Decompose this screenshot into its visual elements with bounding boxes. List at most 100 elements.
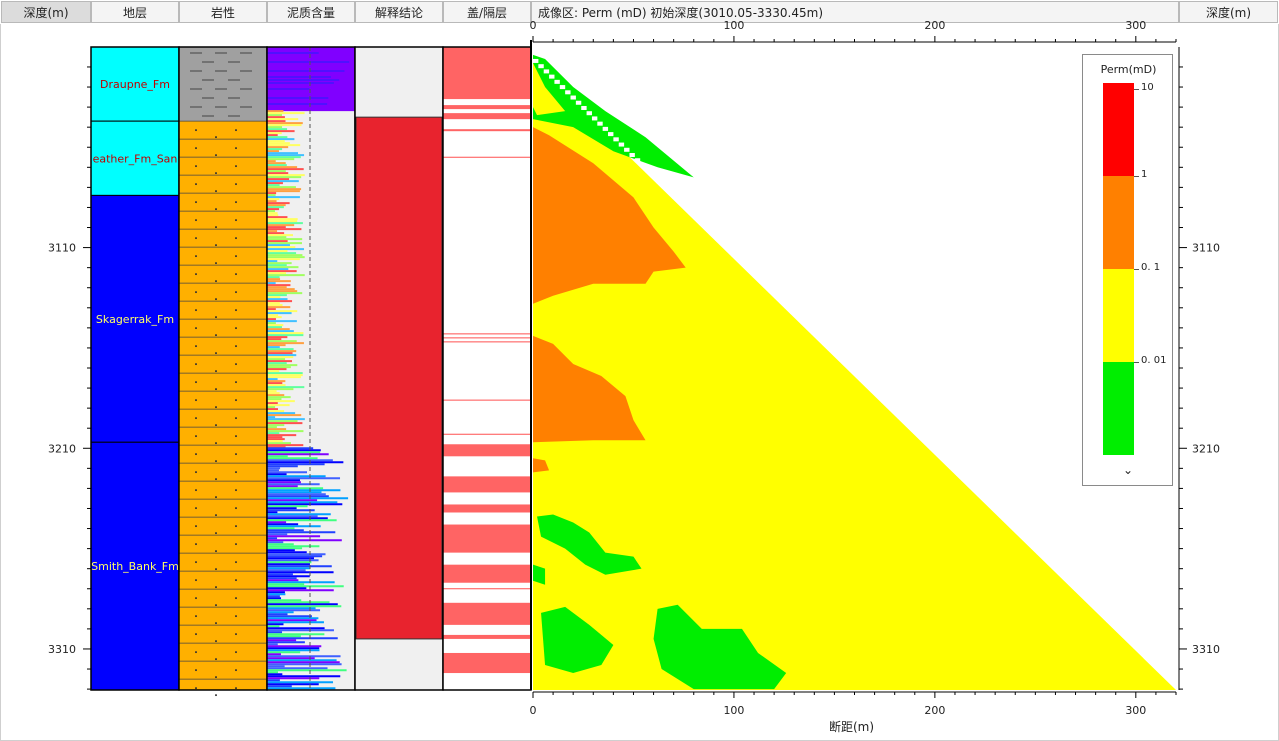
diagonal-edge (1009, 524, 1016, 529)
sand-dot (195, 669, 197, 672)
sand-dot (195, 651, 197, 654)
diagonal-edge (993, 508, 1000, 513)
diagonal-edge (1138, 649, 1144, 654)
seal-zone (443, 444, 531, 457)
diagonal-edge (1127, 638, 1134, 643)
sand-dot (215, 478, 217, 481)
diagonal-edge (720, 241, 726, 246)
sand-dot (195, 633, 197, 636)
diagonal-edge (956, 471, 962, 476)
diagonal-edge (1004, 518, 1010, 523)
seal-zone (443, 634, 531, 639)
diagonal-edge (902, 419, 909, 424)
sand-dot (195, 687, 197, 690)
sand-dot (235, 363, 237, 366)
seal-zone (443, 476, 531, 493)
diagonal-edge (886, 403, 893, 408)
sand-dot (195, 327, 197, 330)
diagonal-edge (784, 304, 791, 309)
sand-dot (215, 154, 217, 157)
sand-dot (235, 615, 237, 618)
sand-dot (235, 687, 237, 690)
sand-dot (195, 399, 197, 402)
depth-track-right: 3110 3210 3310 (1178, 47, 1220, 690)
sand-dot (215, 676, 217, 679)
formation-track: Draupne_Fm eather_Fm_San Skagerrak_Fm Smith… (90, 46, 180, 691)
sand-dot (235, 345, 237, 348)
sand-dot (215, 280, 217, 283)
diagonal-edge (736, 257, 743, 262)
diagonal-edge (1063, 576, 1069, 581)
sand-dot (235, 417, 237, 420)
sand-dot (235, 309, 237, 312)
sand-dot (215, 622, 217, 625)
sand-dot (195, 597, 197, 600)
diagonal-edge (1036, 550, 1043, 555)
diagonal-edge (1095, 607, 1102, 612)
sand-dot (215, 262, 217, 265)
sand-dot (235, 435, 237, 438)
diagonal-edge (779, 299, 785, 304)
perm-legend[interactable]: Perm(mD) 10 1 0. 1 0. 01 ⌄ (1082, 54, 1173, 486)
sand-dot (215, 334, 217, 337)
diagonal-edge (1015, 529, 1021, 534)
diagonal-edge (586, 111, 592, 116)
diagonal-edge (554, 79, 560, 84)
depth-label: 3310 (1192, 643, 1220, 656)
seal-zone (443, 564, 531, 583)
diagonal-edge (613, 137, 619, 142)
x-axis-top: 0 100 200 300 (530, 19, 1177, 43)
chevron-down-icon[interactable]: ⌄ (1121, 463, 1135, 477)
sand-dot (195, 417, 197, 420)
sand-dot (235, 147, 237, 150)
shale-purple-block (267, 47, 355, 112)
diagonal-edge (800, 320, 807, 325)
sand-dot (215, 568, 217, 571)
diagonal-edge (624, 147, 630, 152)
diagonal-edge (838, 356, 844, 361)
diagonal-edge (549, 74, 555, 79)
diagonal-edge (972, 487, 978, 492)
diagonal-edge (822, 341, 828, 346)
diagonal-edge (977, 492, 984, 497)
sand-dot (235, 273, 237, 276)
diagonal-edge (656, 179, 662, 184)
depth-label: 3310 (48, 643, 76, 656)
diagonal-edge (565, 90, 571, 95)
diagonal-edge (661, 184, 667, 189)
diagonal-edge (1058, 571, 1064, 576)
diagonal-edge (645, 168, 651, 173)
diagonal-edge (672, 194, 678, 199)
diagonal-edge (1079, 591, 1085, 596)
diagonal-edge (950, 466, 957, 471)
sand-dot (215, 352, 217, 355)
sand-dot (215, 190, 217, 193)
sand-dot (195, 453, 197, 456)
diagonal-edge (1031, 544, 1037, 549)
lithology-track (178, 46, 268, 697)
sand-dot (195, 345, 197, 348)
diagonal-edge (634, 158, 641, 163)
diagonal-edge (581, 105, 587, 110)
sand-dot (195, 273, 197, 276)
legend-label-10: 10 (1141, 82, 1154, 93)
diagonal-edge (1025, 539, 1032, 544)
sand-dot (235, 507, 237, 510)
formation-label: Draupne_Fm (100, 78, 170, 91)
diagonal-edge (790, 309, 796, 314)
diagonal-edge (699, 220, 705, 225)
diagonal-edge (758, 278, 764, 283)
diagonal-edge (843, 362, 850, 367)
diagonal-edge (918, 435, 925, 440)
diagonal-edge (1165, 675, 1171, 680)
sand-dot (235, 525, 237, 528)
sand-dot (215, 406, 217, 409)
sand-dot (195, 129, 197, 132)
diagonal-edge (704, 226, 710, 231)
diagonal-edge (892, 409, 898, 414)
diagonal-edge (1084, 597, 1091, 602)
sand-dot (235, 129, 237, 132)
sand-dot (215, 658, 217, 661)
legend-label-1: 1 (1141, 169, 1148, 180)
diagonal-edge (575, 100, 582, 105)
